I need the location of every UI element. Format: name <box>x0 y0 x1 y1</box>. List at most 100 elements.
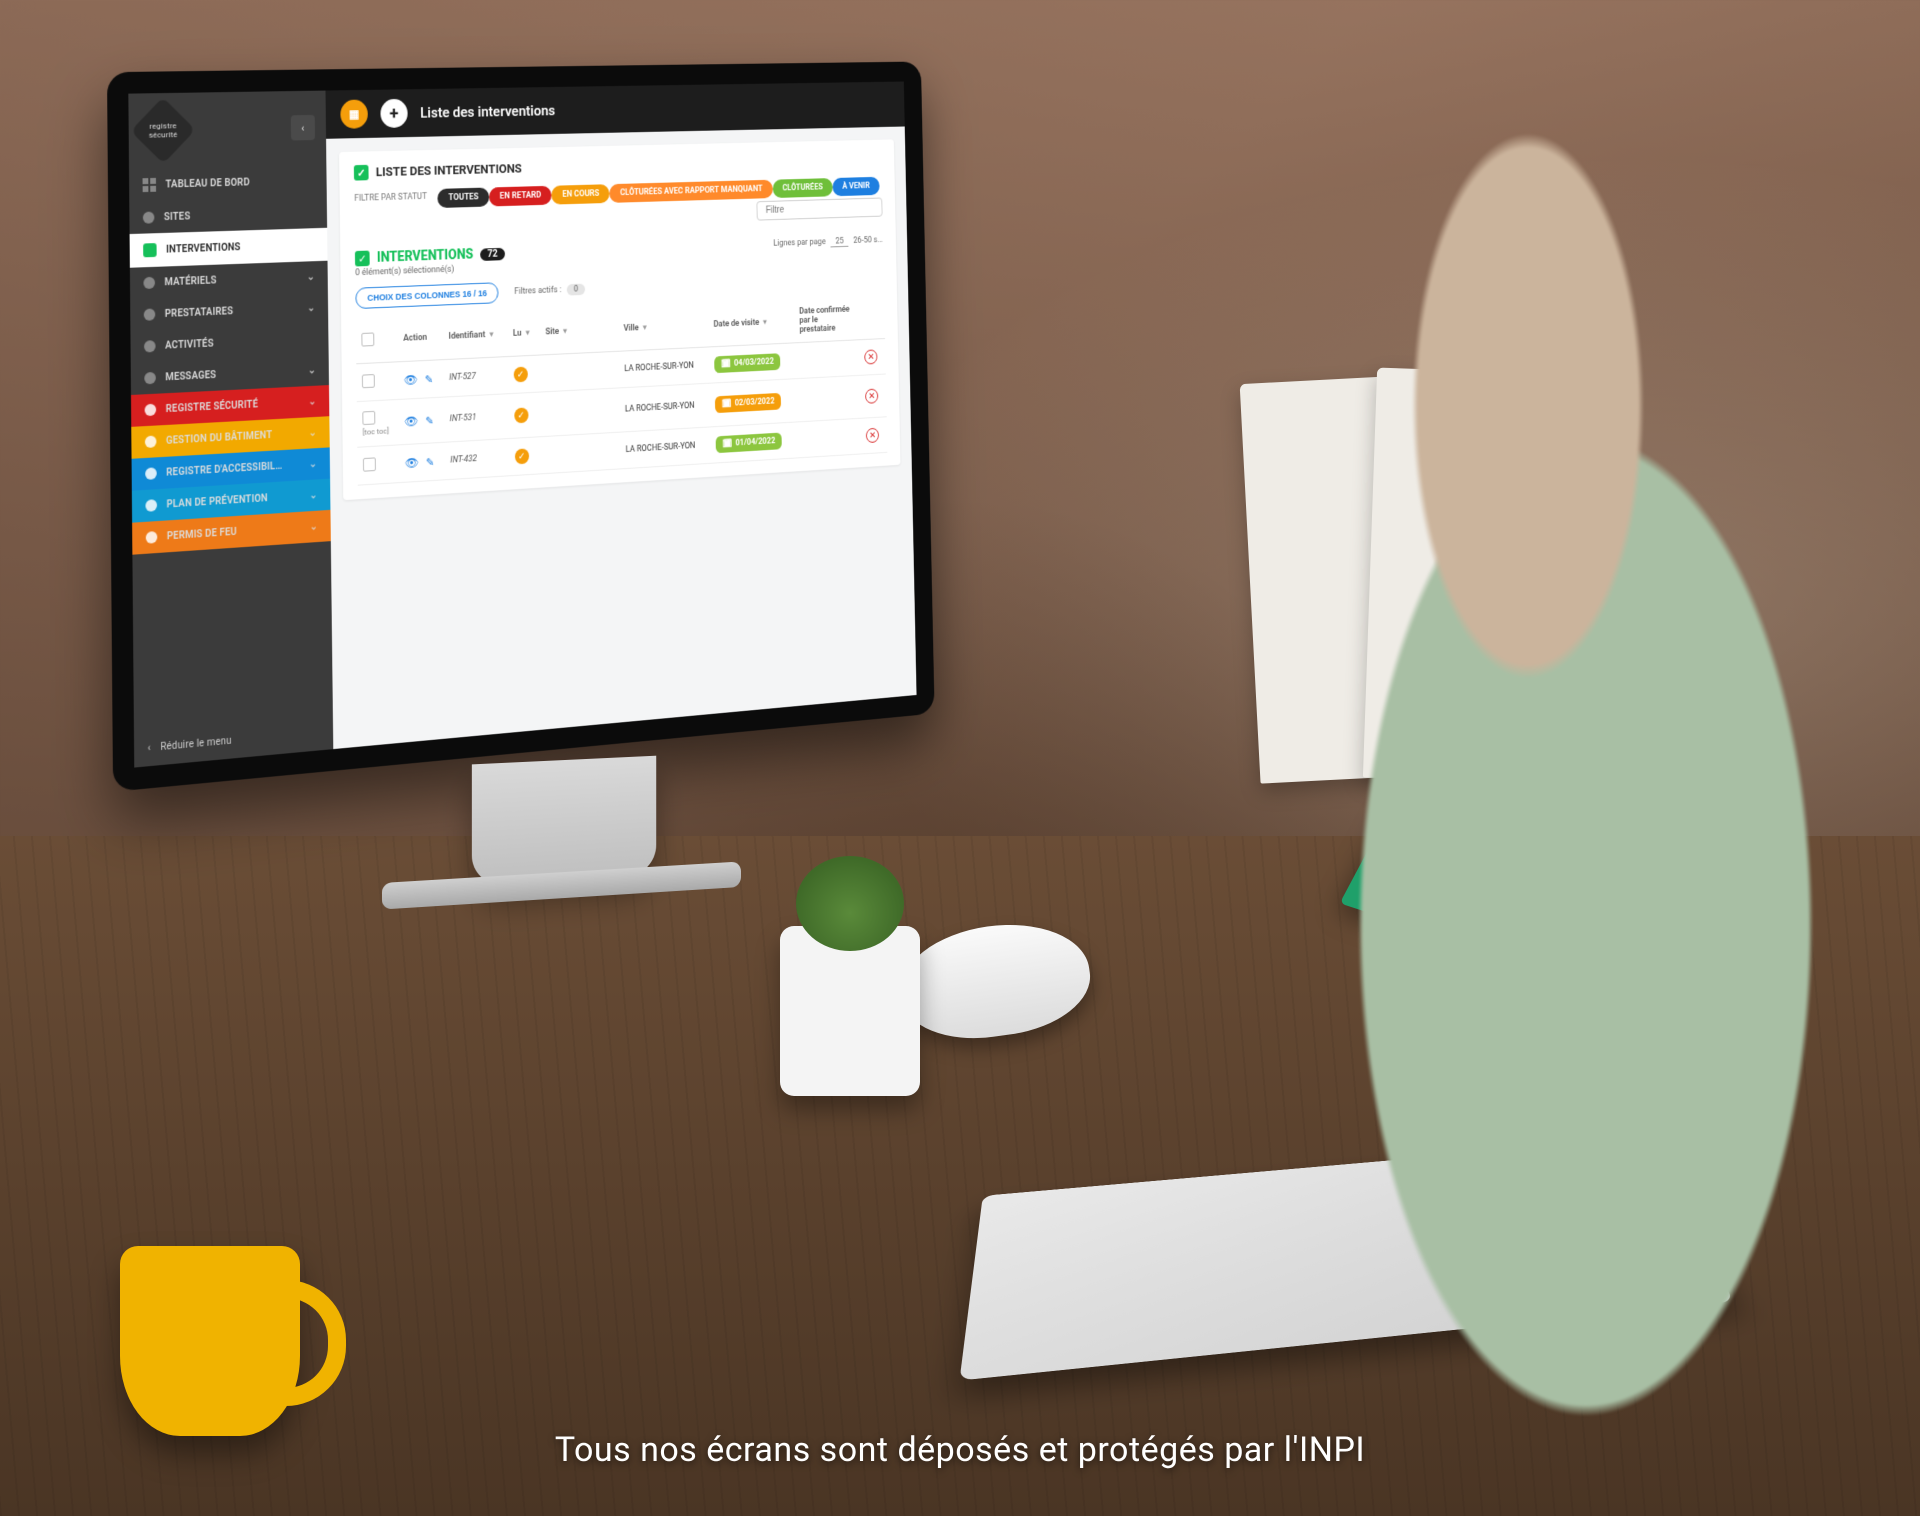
register-icon <box>145 467 157 480</box>
row-checkbox[interactable] <box>362 411 375 425</box>
plant-prop <box>780 926 920 1096</box>
col-site[interactable]: Site▼ <box>540 308 619 355</box>
sidebar-item-label: REGISTRE D'ACCESSIBIL… <box>166 460 282 478</box>
chevron-down-icon: ⌄ <box>309 490 317 501</box>
sidebar: registre sécurité ‹ TABLEAU DE BORD SITES… <box>128 91 333 768</box>
read-status-icon: ✓ <box>513 367 527 383</box>
sidebar-item-label: MESSAGES <box>165 369 216 382</box>
col-action[interactable]: Action <box>398 315 444 362</box>
sort-icon: ▼ <box>524 328 531 337</box>
filter-search-input[interactable] <box>756 198 882 221</box>
column-chooser-button[interactable]: CHOIX DES COLONNES 16 / 16 <box>355 282 498 309</box>
status-filter-en-retard[interactable]: EN RETARD <box>489 186 552 207</box>
chevron-down-icon: ⌄ <box>308 396 316 407</box>
list-icon <box>144 340 156 352</box>
sidebar-item-label: PRESTATAIRES <box>165 306 233 320</box>
delete-button[interactable]: ✕ <box>866 428 879 443</box>
topbar: ▦ + Liste des interventions <box>325 82 904 139</box>
list-icon <box>144 308 156 320</box>
register-icon <box>145 404 157 417</box>
sidebar-item-label: PERMIS DE FEU <box>167 526 237 542</box>
register-icon <box>146 531 158 544</box>
status-filter-en-cours[interactable]: EN COURS <box>552 184 610 204</box>
col-identifiant[interactable]: Identifiant▼ <box>443 312 508 359</box>
cell-ville: LA ROCHE-SUR-YON <box>619 383 710 432</box>
register-icon <box>145 499 157 512</box>
grid-icon: ▦ <box>349 107 360 121</box>
topbar-grid-button[interactable]: ▦ <box>340 99 368 128</box>
sidebar-item-label: GESTION DU BÂTIMENT <box>166 430 272 447</box>
view-icon[interactable]: 👁 <box>404 373 418 387</box>
marketing-caption: Tous nos écrans sont déposés et protégés… <box>0 1430 1920 1470</box>
edit-icon[interactable]: ✎ <box>425 414 433 427</box>
edit-icon[interactable]: ✎ <box>425 373 433 386</box>
check-icon <box>355 251 370 267</box>
cell-site <box>541 388 620 437</box>
status-filter-cl-tur-es-avec-rapport-manquant[interactable]: CLÔTURÉES AVEC RAPPORT MANQUANT <box>610 180 773 203</box>
sidebar-item-label: SITES <box>164 211 190 223</box>
row-checkbox[interactable] <box>362 374 375 388</box>
cell-site <box>542 432 621 474</box>
row-checkbox[interactable] <box>363 457 376 471</box>
interventions-table: Action Identifiant▼ Lu▼ Site▼ V <box>356 296 888 485</box>
section-title: INTERVENTIONS <box>377 247 474 266</box>
date-visite-pill[interactable]: 🗓01/04/2022 <box>716 433 783 454</box>
chevron-down-icon: ⌄ <box>309 458 317 469</box>
interventions-panel: LISTE DES INTERVENTIONS FILTRE PAR STATU… <box>339 139 900 500</box>
sort-icon: ▼ <box>641 323 648 332</box>
edit-icon[interactable]: ✎ <box>426 455 434 468</box>
date-visite-pill[interactable]: 🗓02/03/2022 <box>715 393 782 413</box>
active-filters-label: Filtres actifs : <box>514 285 561 296</box>
sidebar-item-label: MATÉRIELS <box>164 275 216 288</box>
delete-button[interactable]: ✕ <box>865 389 878 404</box>
check-icon <box>354 165 369 181</box>
sort-icon: ▼ <box>762 318 769 327</box>
sidebar-item-label: ACTIVITÉS <box>165 338 214 351</box>
view-icon[interactable]: 👁 <box>405 456 419 470</box>
cell-ville: LA ROCHE-SUR-YON <box>620 427 711 469</box>
sidebar-item-tableau-de-bord[interactable]: TABLEAU DE BORD <box>129 164 327 202</box>
topbar-add-button[interactable]: + <box>380 99 407 128</box>
col-lu[interactable]: Lu▼ <box>507 311 540 357</box>
view-icon[interactable]: 👁 <box>404 414 418 428</box>
col-date-visite[interactable]: Date de visite▼ <box>708 300 795 347</box>
plus-icon: + <box>390 103 399 123</box>
status-filter-cl-tur-es[interactable]: CLÔTURÉES <box>772 178 832 198</box>
status-filter--venir[interactable]: À VENIR <box>832 177 879 196</box>
sidebar-item-label: REGISTRE SÉCURITÉ <box>166 399 258 415</box>
sort-icon: ▼ <box>488 330 495 339</box>
cell-identifiant: INT-531 <box>444 394 509 443</box>
status-filter-toutes[interactable]: TOUTES <box>438 187 490 208</box>
col-ville[interactable]: Ville▼ <box>618 304 709 351</box>
pagination-range: 26-50 s... <box>853 236 883 246</box>
sidebar-reduce-button[interactable]: ‹ Réduire le menu <box>134 715 333 768</box>
person-prop <box>1240 120 1920 1420</box>
col-date-confirmee[interactable]: Date confirmée par le prestataire <box>794 297 859 342</box>
chevron-down-icon: ⌄ <box>307 271 315 282</box>
chevron-left-icon: ‹ <box>301 121 304 134</box>
status-filter-row: FILTRE PAR STATUT TOUTESEN RETARDEN COUR… <box>354 178 882 234</box>
sidebar-collapse-button[interactable]: ‹ <box>291 115 315 141</box>
select-all-checkbox[interactable] <box>361 332 374 346</box>
read-status-icon: ✓ <box>515 448 529 464</box>
cell-identifiant: INT-432 <box>445 439 510 480</box>
cell-ville: LA ROCHE-SUR-YON <box>619 347 710 388</box>
rows-per-page-label: Lignes par page <box>773 238 825 249</box>
sort-icon: ▼ <box>562 327 569 336</box>
calendar-icon: 🗓 <box>721 359 731 369</box>
rows-per-page-select[interactable]: 25 <box>830 236 848 247</box>
mug-prop <box>120 1246 300 1436</box>
monitor-stand <box>472 756 656 886</box>
cell-site <box>540 351 619 392</box>
page-title: Liste des interventions <box>420 102 555 122</box>
register-icon <box>145 435 157 448</box>
filter-by-status-label: FILTRE PAR STATUT <box>354 192 427 204</box>
delete-button[interactable]: ✕ <box>865 349 878 364</box>
app-logo: registre sécurité <box>131 97 196 164</box>
list-icon <box>143 277 155 289</box>
date-visite-pill[interactable]: 🗓04/03/2022 <box>714 353 780 373</box>
count-badge: 72 <box>480 247 504 260</box>
row-note: [toc toc] <box>363 426 394 436</box>
read-status-icon: ✓ <box>514 407 528 423</box>
cell-identifiant: INT-527 <box>444 357 509 398</box>
